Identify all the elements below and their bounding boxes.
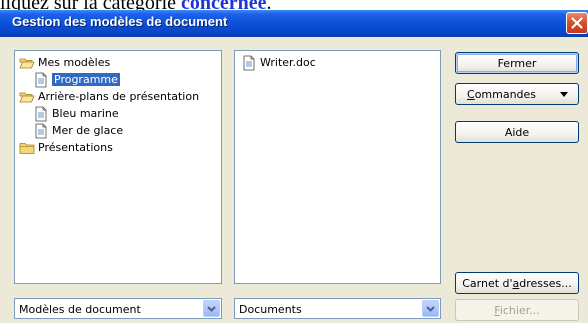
fermer-button[interactable]: Fermer bbox=[455, 52, 579, 74]
list-item[interactable]: Writer.doc bbox=[241, 54, 316, 71]
list-item[interactable]: Bleu marine bbox=[33, 105, 119, 122]
folder-open-icon bbox=[19, 58, 35, 68]
tree-item-label: Présentations bbox=[38, 141, 113, 154]
document-icon bbox=[35, 123, 47, 138]
list-item[interactable]: Mes modèles bbox=[19, 54, 110, 71]
chevron-down-icon bbox=[426, 306, 435, 312]
folder-closed-icon bbox=[19, 142, 35, 154]
tree-item-label: Arrière-plans de présentation bbox=[38, 90, 200, 103]
list-item[interactable]: Mer de glace bbox=[33, 122, 123, 139]
chevron-down-icon bbox=[207, 306, 216, 312]
dialog-client-area: Mes modèles Programme Arrière-plans de p… bbox=[0, 37, 588, 323]
left-view-select[interactable]: Modèles de document bbox=[14, 298, 222, 319]
tree-item-label: Programme bbox=[51, 72, 121, 87]
tree-item-label: Mes modèles bbox=[38, 56, 111, 69]
list-item[interactable]: Programme bbox=[33, 71, 121, 88]
commandes-button-label: Commandes bbox=[467, 87, 537, 101]
close-icon bbox=[571, 17, 583, 29]
tree-item-label: Mer de glace bbox=[52, 124, 124, 137]
close-button[interactable] bbox=[566, 12, 588, 34]
folder-open-icon bbox=[19, 92, 35, 102]
commandes-button[interactable]: Commandes bbox=[455, 83, 579, 105]
aide-button[interactable]: Aide bbox=[455, 121, 579, 143]
fermer-button-label: Fermer bbox=[497, 56, 537, 70]
categories-list[interactable]: Mes modèles Programme Arrière-plans de p… bbox=[14, 50, 222, 284]
window-title: Gestion des modèles de document bbox=[12, 14, 228, 29]
document-icon bbox=[243, 55, 255, 70]
aide-button-label: Aide bbox=[504, 125, 530, 139]
file-button: Fichier... bbox=[455, 299, 579, 321]
tree-item-label: Bleu marine bbox=[52, 107, 119, 120]
list-item[interactable]: Arrière-plans de présentation bbox=[19, 88, 199, 105]
address-book-button[interactable]: Carnet d'adresses... bbox=[455, 272, 579, 294]
dropdown-arrow-icon bbox=[560, 92, 568, 97]
address-book-button-label: Carnet d'adresses... bbox=[462, 276, 572, 290]
template-manager-dialog: Gestion des modèles de document Mes modè… bbox=[0, 0, 588, 323]
list-item[interactable]: Présentations bbox=[19, 139, 113, 156]
right-view-select-value: Documents bbox=[239, 303, 302, 316]
left-dropdown-button[interactable] bbox=[203, 300, 220, 317]
document-icon bbox=[35, 106, 47, 121]
right-dropdown-button[interactable] bbox=[422, 300, 439, 317]
left-view-select-value: Modèles de document bbox=[19, 303, 141, 316]
document-item-label: Writer.doc bbox=[260, 56, 316, 69]
file-button-label: Fichier... bbox=[494, 303, 540, 317]
document-icon bbox=[35, 72, 47, 87]
right-view-select[interactable]: Documents bbox=[234, 298, 441, 319]
documents-list[interactable]: Writer.doc bbox=[234, 50, 441, 284]
